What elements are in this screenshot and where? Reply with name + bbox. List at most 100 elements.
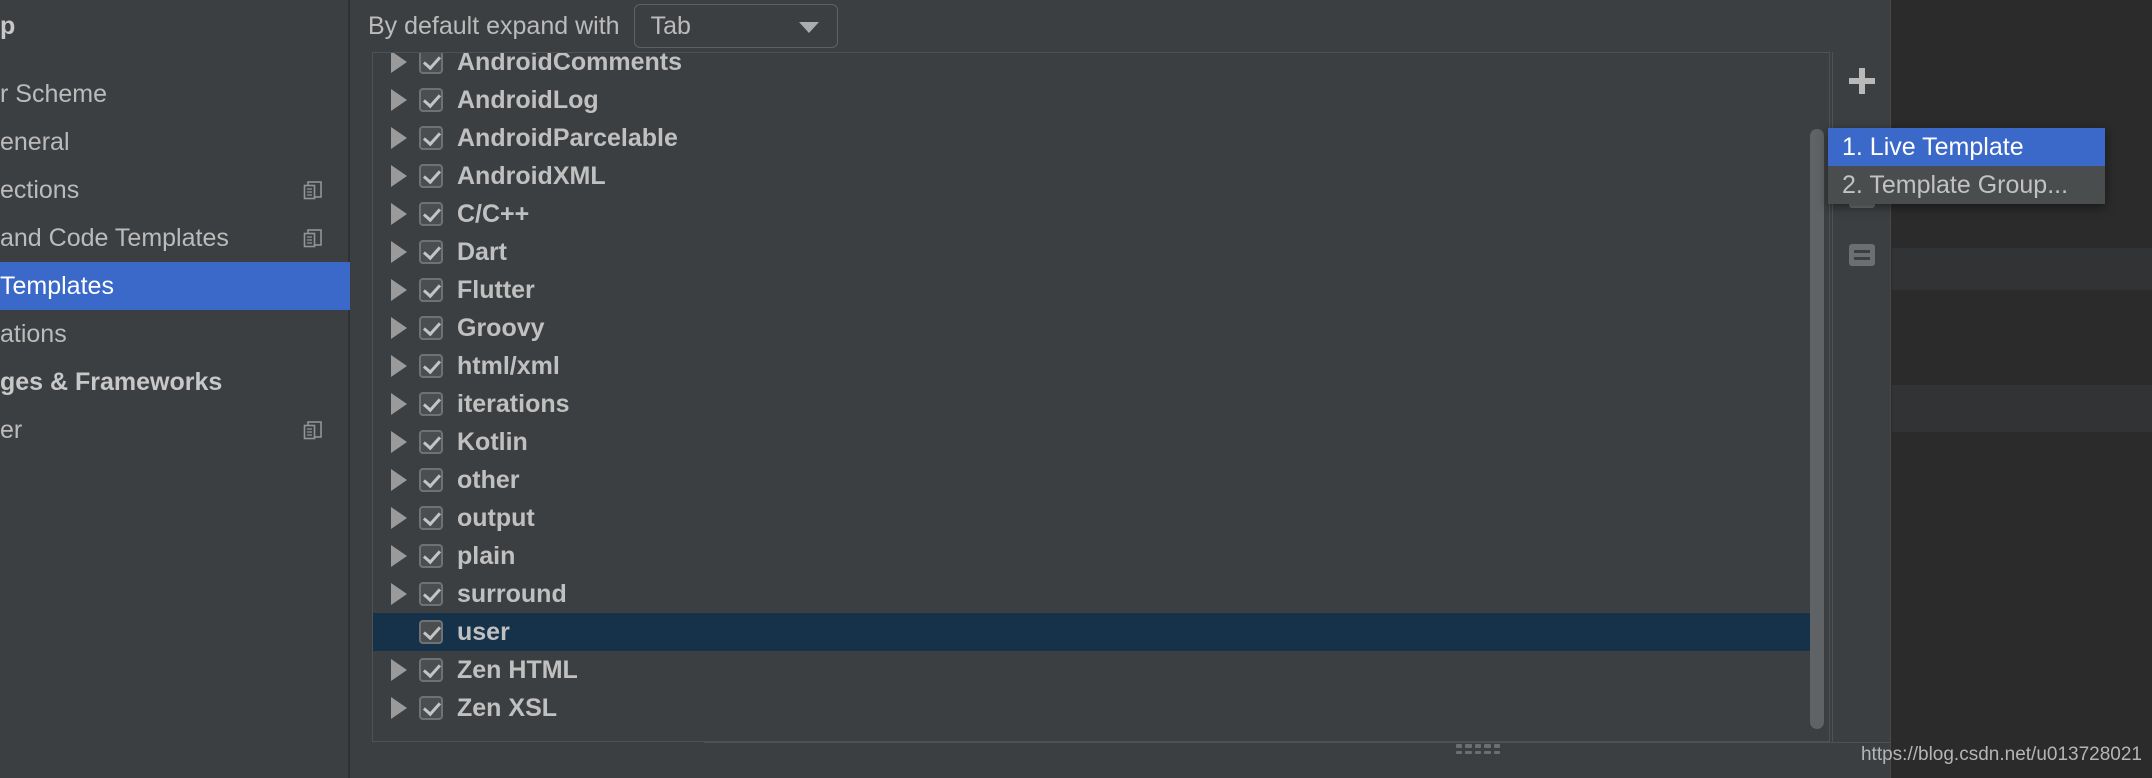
tree-options-button[interactable] [1833, 226, 1891, 284]
tree-row[interactable]: plain [373, 537, 1813, 575]
expand-triangle-icon[interactable] [385, 203, 413, 225]
add-template-button[interactable] [1833, 52, 1891, 110]
tree-row[interactable]: output [373, 499, 1813, 537]
add-template-popup-menu: 1. Live Template 2. Template Group... [1828, 128, 2105, 204]
copy-icon[interactable] [302, 179, 324, 201]
tree-row-label: AndroidParcelable [457, 123, 678, 152]
scrollbar-thumb[interactable] [1810, 129, 1824, 729]
sidebar-item-label: ations [0, 319, 67, 348]
expand-triangle-icon[interactable] [385, 127, 413, 149]
tree-row[interactable]: user [373, 613, 1813, 651]
sidebar-item[interactable]: r Scheme [0, 70, 350, 118]
checkbox-icon[interactable] [419, 354, 443, 378]
tree-row[interactable]: AndroidComments [373, 52, 1813, 81]
expand-triangle-icon[interactable] [385, 507, 413, 529]
tree-vertical-scrollbar[interactable] [1810, 129, 1826, 729]
expand-triangle-icon[interactable] [385, 355, 413, 377]
popup-menu-item[interactable]: 2. Template Group... [1828, 166, 2105, 204]
tree-row[interactable]: AndroidLog [373, 81, 1813, 119]
expand-triangle-icon[interactable] [385, 469, 413, 491]
tree-row-label: AndroidXML [457, 161, 606, 190]
tree-row[interactable]: other [373, 461, 1813, 499]
checkbox-icon[interactable] [419, 53, 443, 74]
expand-triangle-icon[interactable] [385, 317, 413, 339]
tree-row[interactable]: Zen XSL [373, 689, 1813, 727]
tree-row[interactable]: Dart [373, 233, 1813, 271]
expand-triangle-icon[interactable] [385, 393, 413, 415]
tree-row[interactable]: C/C++ [373, 195, 1813, 233]
expand-triangle-icon[interactable] [385, 53, 413, 73]
tree-row-label: Flutter [457, 275, 535, 304]
expand-triangle-icon[interactable] [385, 431, 413, 453]
tree-row[interactable]: Groovy [373, 309, 1813, 347]
tree-row-label: Groovy [457, 313, 545, 342]
checkbox-icon[interactable] [419, 240, 443, 264]
tree-row-label: AndroidComments [457, 52, 682, 76]
popup-menu-item[interactable]: 1. Live Template [1828, 128, 2105, 166]
tree-row[interactable]: iterations [373, 385, 1813, 423]
sidebar-item[interactable]: ges & Frameworks [0, 358, 350, 406]
checkbox-icon[interactable] [419, 88, 443, 112]
tree-row[interactable]: Kotlin [373, 423, 1813, 461]
tree-row-label: surround [457, 579, 567, 608]
checkbox-icon[interactable] [419, 468, 443, 492]
expand-triangle-icon[interactable] [385, 241, 413, 263]
watermark-url: https://blog.csdn.net/u013728021 [1860, 744, 2142, 765]
expand-triangle-icon[interactable] [385, 165, 413, 187]
sidebar-item-label: ges & Frameworks [0, 367, 223, 396]
tree-row[interactable]: AndroidParcelable [373, 119, 1813, 157]
tree-row[interactable]: html/xml [373, 347, 1813, 385]
tree-row[interactable]: Flutter [373, 271, 1813, 309]
expand-triangle-icon[interactable] [385, 583, 413, 605]
expand-with-combobox[interactable]: Tab [633, 4, 838, 48]
sidebar-item[interactable]: ations [0, 310, 350, 358]
checkbox-icon[interactable] [419, 582, 443, 606]
sidebar-item-label: Templates [0, 271, 114, 300]
expand-triangle-icon[interactable] [385, 697, 413, 719]
sidebar-item-label: ections [0, 175, 80, 204]
checkbox-icon[interactable] [419, 544, 443, 568]
checkbox-icon[interactable] [419, 126, 443, 150]
tree-row-label: iterations [457, 389, 570, 418]
sidebar-item[interactable]: Templates [0, 262, 350, 310]
checkbox-icon[interactable] [419, 164, 443, 188]
sidebar-item[interactable]: er [0, 406, 350, 454]
sidebar-item[interactable]: p [0, 2, 350, 50]
plus-icon [1849, 68, 1875, 94]
expand-triangle-icon[interactable] [385, 545, 413, 567]
menu-icon [1849, 244, 1875, 266]
tree-row[interactable]: surround [373, 575, 1813, 613]
sidebar-item[interactable]: eneral [0, 118, 350, 166]
tree-row-label: html/xml [457, 351, 560, 380]
copy-icon[interactable] [302, 227, 324, 249]
checkbox-icon[interactable] [419, 316, 443, 340]
sidebar-item-label: and Code Templates [0, 223, 229, 252]
expand-triangle-icon[interactable] [385, 89, 413, 111]
tree-row-label: Zen HTML [457, 655, 578, 684]
sidebar-item-label: eneral [0, 127, 70, 156]
checkbox-icon[interactable] [419, 202, 443, 226]
checkbox-icon[interactable] [419, 392, 443, 416]
checkbox-icon[interactable] [419, 620, 443, 644]
tree-row[interactable]: Zen HTML [373, 651, 1813, 689]
expand-triangle-icon[interactable] [385, 279, 413, 301]
sidebar-item-label: p [0, 11, 16, 40]
checkbox-icon[interactable] [419, 658, 443, 682]
checkbox-icon[interactable] [419, 696, 443, 720]
sidebar-item[interactable]: ections [0, 166, 350, 214]
tree-row-label: AndroidLog [457, 85, 599, 114]
checkbox-icon[interactable] [419, 506, 443, 530]
copy-icon[interactable] [302, 419, 324, 441]
screen-root: p r Scheme eneral ections and Code Templates… [0, 0, 2152, 778]
tree-row[interactable]: AndroidXML [373, 157, 1813, 195]
tree-row-label: user [457, 617, 510, 646]
backdrop-band-top [1892, 248, 2152, 290]
expand-triangle-icon[interactable] [385, 659, 413, 681]
resize-grip[interactable] [1456, 744, 1500, 754]
checkbox-icon[interactable] [419, 278, 443, 302]
chevron-down-icon [798, 22, 819, 33]
expand-with-label: By default expand with [368, 11, 620, 40]
checkbox-icon[interactable] [419, 430, 443, 454]
template-groups-tree[interactable]: AndroidComments AndroidLog AndroidParcelab… [372, 52, 1830, 742]
sidebar-item[interactable]: and Code Templates [0, 214, 350, 262]
